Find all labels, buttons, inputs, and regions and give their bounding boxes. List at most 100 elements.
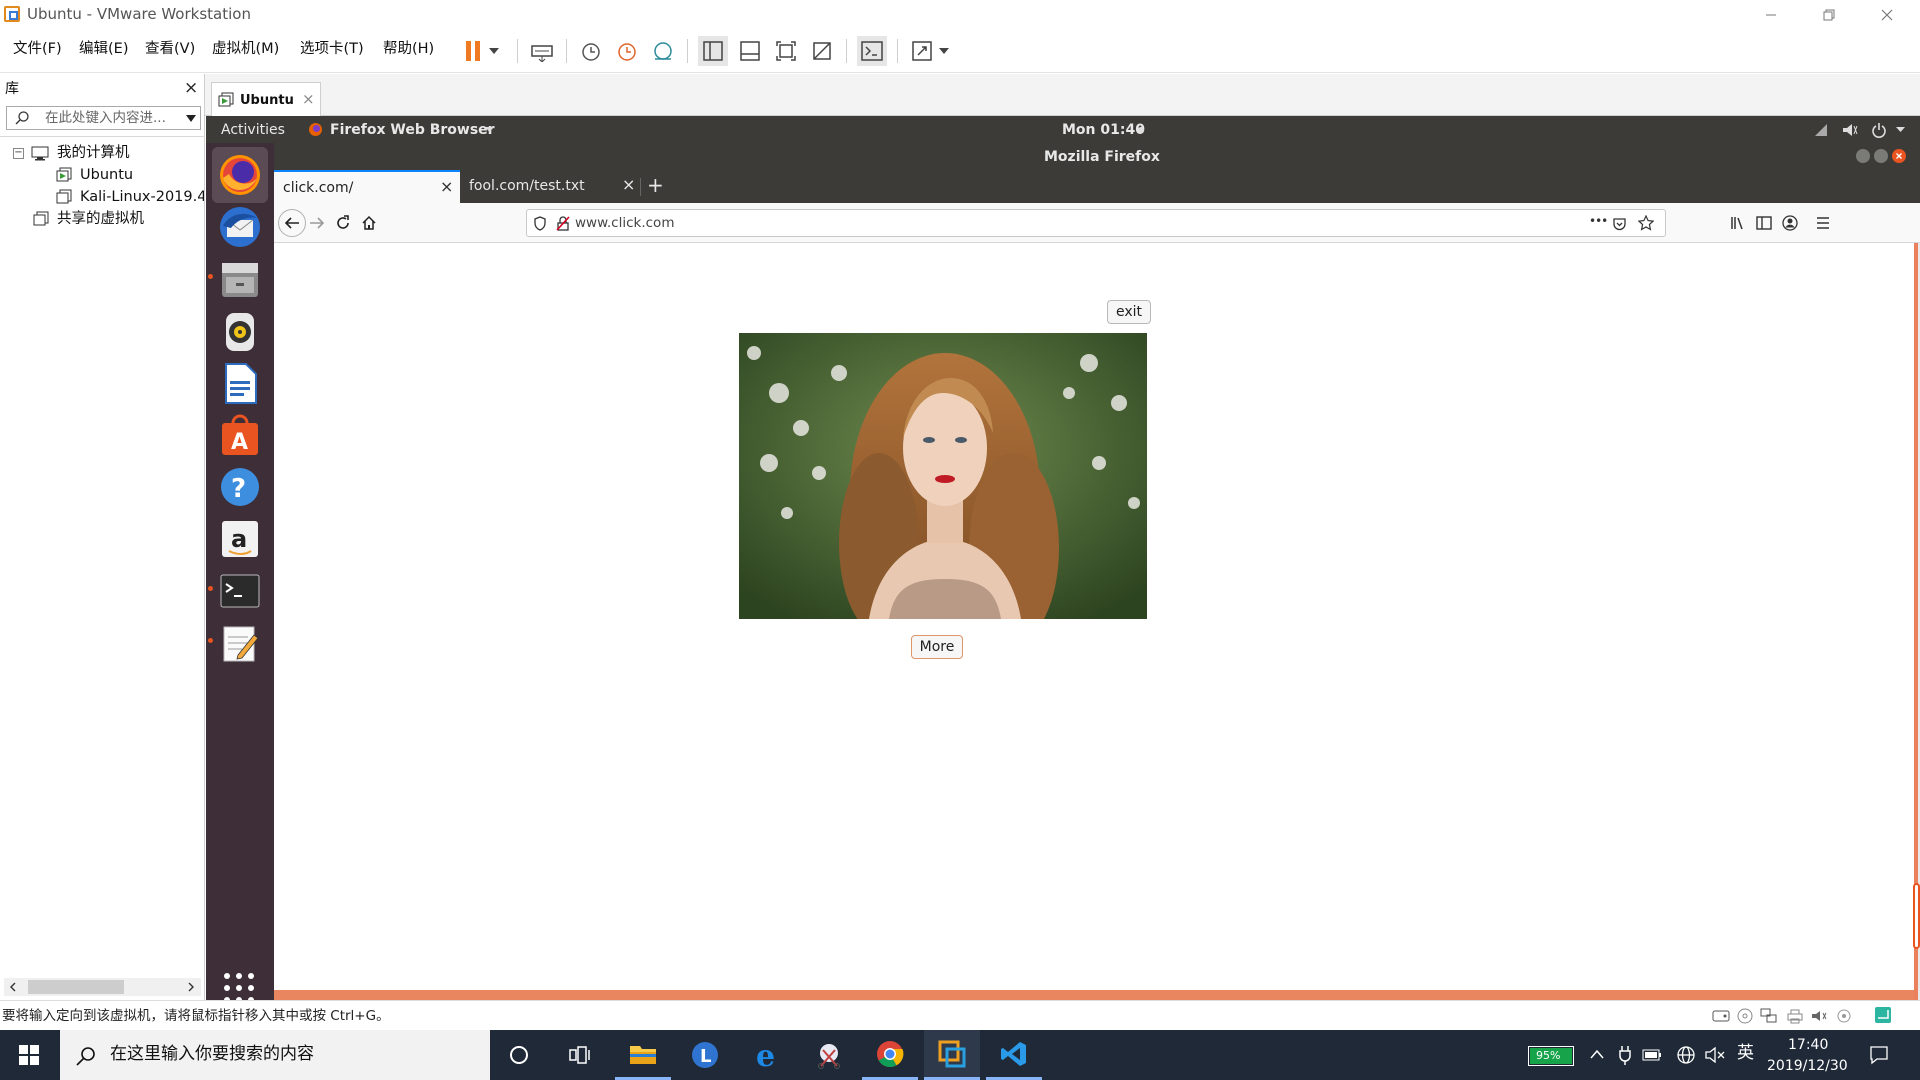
dock-amazon[interactable]: a — [212, 511, 268, 567]
ff-maximize-button[interactable] — [1874, 149, 1888, 163]
power-icon[interactable] — [1871, 122, 1887, 138]
stretch-button[interactable] — [907, 36, 937, 66]
printer-icon[interactable] — [1786, 1008, 1804, 1024]
menu-help[interactable]: 帮助(H) — [383, 42, 434, 57]
url-bar[interactable]: www.click.com ••• — [526, 209, 1666, 237]
revert-snapshot-button[interactable] — [612, 36, 642, 66]
input-method-indicator[interactable]: 英 — [1737, 1045, 1754, 1062]
ubuntu-vm-screen[interactable]: Activities Firefox Web Browser Mon 01:40… — [206, 116, 1920, 1003]
message-log-icon[interactable] — [1874, 1006, 1892, 1024]
dock-rhythmbox[interactable] — [212, 303, 268, 359]
shield-icon[interactable] — [533, 216, 547, 231]
library-close-button[interactable]: × — [184, 80, 198, 97]
dock-text-editor[interactable] — [212, 615, 268, 671]
activities-button[interactable]: Activities — [221, 123, 285, 137]
restore-button[interactable] — [1800, 0, 1858, 29]
menu-view[interactable]: 查看(V) — [145, 42, 195, 57]
page-actions-button[interactable]: ••• — [1589, 215, 1608, 227]
console-view-button[interactable] — [857, 36, 887, 66]
exit-button[interactable]: exit — [1107, 300, 1151, 324]
vm-tab-ubuntu[interactable]: Ubuntu × — [211, 82, 321, 116]
ff-tab-close-button[interactable]: × — [440, 179, 453, 195]
tree-item-ubuntu[interactable]: Ubuntu — [80, 168, 133, 183]
library-horizontal-scrollbar[interactable] — [4, 978, 201, 996]
hard-disk-icon[interactable] — [1712, 1008, 1730, 1024]
volume-icon[interactable] — [1842, 122, 1858, 138]
chevron-right-icon[interactable] — [188, 982, 194, 992]
snapshot-button[interactable] — [576, 36, 606, 66]
new-tab-button[interactable]: + — [647, 175, 664, 195]
taskbar-vscode[interactable] — [986, 1030, 1042, 1080]
cd-dvd-icon[interactable] — [1737, 1008, 1753, 1024]
full-screen-button[interactable] — [771, 36, 801, 66]
show-library-button[interactable] — [698, 36, 728, 66]
snapshot-manager-button[interactable] — [648, 36, 678, 66]
account-icon[interactable] — [1782, 215, 1798, 231]
caret-down-icon[interactable] — [186, 115, 196, 122]
tree-item-my-computer[interactable]: 我的计算机 — [57, 146, 130, 161]
page-scrollbar-thumb[interactable] — [1913, 883, 1920, 949]
taskbar-vmware[interactable] — [924, 1030, 980, 1080]
insecure-lock-icon[interactable] — [556, 216, 570, 231]
thumbnail-bar-button[interactable] — [735, 36, 765, 66]
unity-mode-button[interactable] — [807, 36, 837, 66]
ff-minimize-button[interactable] — [1856, 149, 1870, 163]
dock-files[interactable] — [212, 251, 268, 307]
dock-thunderbird[interactable] — [212, 199, 268, 255]
more-button[interactable]: More — [911, 635, 963, 659]
pocket-icon[interactable] — [1612, 216, 1627, 231]
chevron-up-icon[interactable] — [1590, 1049, 1604, 1059]
taskbar-edge[interactable]: e — [739, 1030, 795, 1080]
taskbar-date[interactable]: 2019/12/30 — [1767, 1059, 1848, 1073]
menu-edit[interactable]: 编辑(E) — [79, 42, 128, 57]
chevron-left-icon[interactable] — [10, 982, 16, 992]
scrollbar-thumb[interactable] — [28, 980, 124, 994]
dock-libreoffice-writer[interactable] — [212, 355, 268, 411]
library-search-field[interactable]: 在此处键入内容进... — [6, 106, 201, 130]
menu-tabs[interactable]: 选项卡(T) — [300, 42, 364, 57]
reload-button[interactable] — [330, 211, 356, 235]
power-plug-icon[interactable] — [1617, 1045, 1633, 1065]
power-dropdown[interactable] — [484, 36, 504, 66]
back-button[interactable] — [278, 209, 306, 237]
dock-software-center[interactable]: A — [212, 407, 268, 463]
battery-indicator[interactable]: 95% — [1528, 1046, 1574, 1066]
task-view-button[interactable] — [552, 1030, 608, 1080]
menu-file[interactable]: 文件(F) — [13, 42, 62, 57]
close-window-button[interactable] — [1858, 0, 1916, 29]
action-center-icon[interactable] — [1869, 1045, 1889, 1065]
taskbar-app-l[interactable]: L — [677, 1030, 733, 1080]
cortana-button[interactable] — [491, 1030, 547, 1080]
taskbar-time[interactable]: 17:40 — [1788, 1038, 1828, 1052]
dock-firefox[interactable] — [212, 147, 268, 203]
minimize-button[interactable] — [1742, 0, 1800, 29]
app-menu[interactable]: Firefox Web Browser — [330, 123, 495, 137]
sidebar-icon[interactable] — [1756, 215, 1772, 231]
network-icon[interactable]: ? — [1813, 122, 1829, 138]
home-button[interactable] — [356, 211, 382, 235]
taskbar-chrome[interactable] — [862, 1030, 918, 1080]
sound-card-icon[interactable] — [1811, 1008, 1829, 1024]
forward-button[interactable] — [304, 211, 330, 235]
tree-item-shared-vms[interactable]: 共享的虚拟机 — [57, 212, 144, 227]
tree-collapse-toggle[interactable]: − — [13, 148, 24, 159]
start-button[interactable] — [0, 1030, 58, 1080]
ff-tab-active[interactable]: click.com/ × — [274, 170, 460, 203]
ff-tab-close-button[interactable]: × — [622, 177, 635, 193]
hamburger-menu-icon[interactable] — [1815, 215, 1831, 231]
network-globe-icon[interactable] — [1676, 1045, 1696, 1065]
speaker-muted-icon[interactable] — [1705, 1047, 1725, 1063]
stretch-dropdown[interactable] — [934, 36, 954, 66]
send-ctrl-alt-del-button[interactable] — [527, 36, 557, 66]
bookmark-star-icon[interactable] — [1638, 215, 1654, 231]
menu-vm[interactable]: 虚拟机(M) — [212, 42, 279, 57]
ff-tab[interactable]: fool.com/test.txt × — [460, 170, 640, 203]
dock-terminal[interactable] — [212, 563, 268, 619]
tree-item-kali[interactable]: Kali-Linux-2019.4 — [80, 190, 204, 205]
ff-close-button[interactable] — [1892, 149, 1906, 163]
taskbar-snipping-tool[interactable] — [801, 1030, 857, 1080]
taskbar-search-box[interactable]: 在这里输入你要搜索的内容 — [60, 1030, 490, 1080]
caret-down-icon[interactable] — [1896, 127, 1905, 132]
dock-help[interactable]: ? — [212, 459, 268, 515]
taskbar-file-explorer[interactable] — [615, 1030, 671, 1080]
